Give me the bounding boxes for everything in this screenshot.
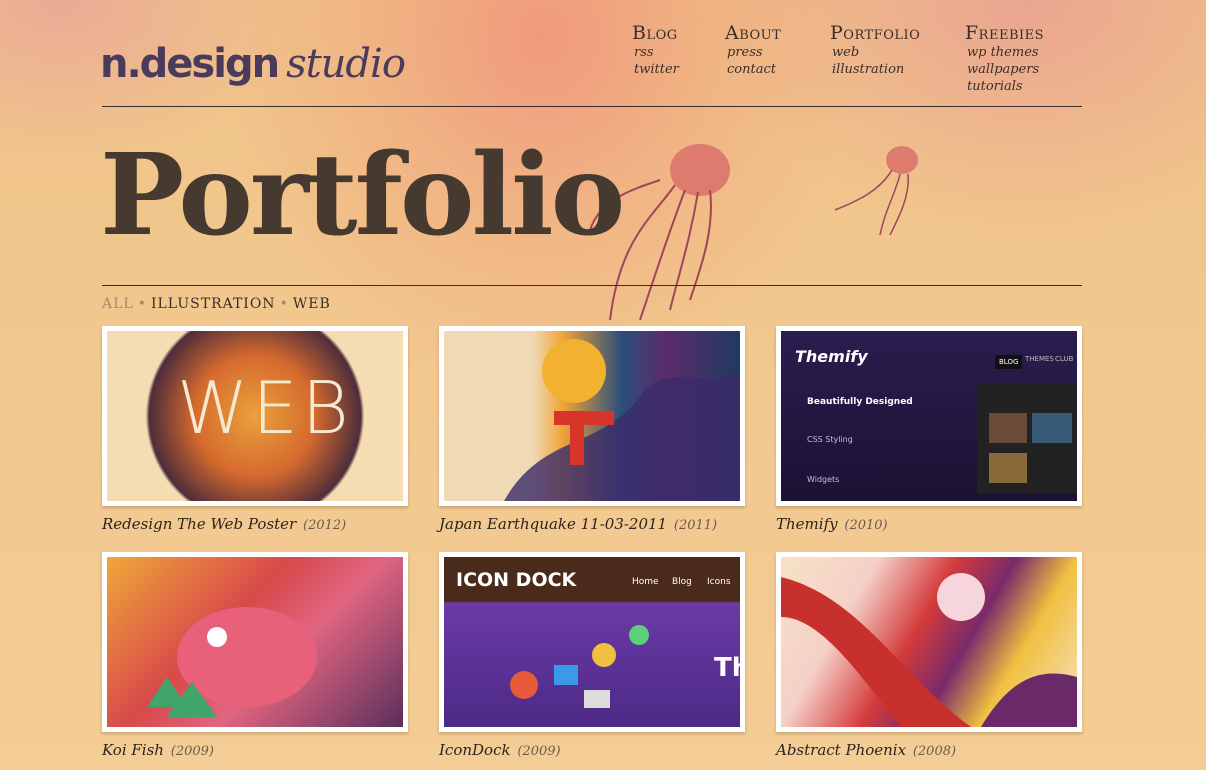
nav-portfolio-illustration[interactable]: illustration — [832, 61, 920, 78]
portfolio-title[interactable]: Themify — [776, 515, 838, 533]
portfolio-year: (2011) — [673, 518, 718, 533]
nav-blog-twitter[interactable]: twitter — [634, 61, 679, 78]
portfolio-title[interactable]: Koi Fish — [102, 741, 164, 759]
themify-screenshot — [977, 383, 1077, 493]
themify-tab: BLOG — [995, 355, 1023, 369]
portfolio-thumbnail-koi-fish[interactable] — [102, 552, 408, 732]
portfolio-caption: Themify (2010) — [776, 515, 1082, 533]
portfolio-year: (2009) — [170, 744, 214, 759]
site-logo[interactable]: n.design studio — [100, 41, 406, 87]
portfolio-title[interactable]: Abstract Phoenix — [776, 741, 906, 759]
nav-blog-rss[interactable]: rss — [634, 44, 679, 61]
filter-illustration[interactable]: ILLUSTRATION — [151, 296, 276, 312]
koi-fish-art — [147, 607, 317, 717]
nav-freebies-wp-themes[interactable]: wp themes — [967, 44, 1044, 61]
portfolio-item: ICON DOCK Home Blog Icons Th IconDock (2… — [439, 552, 745, 759]
filter-separator: • — [137, 296, 147, 312]
portfolio-item: Themify BLOG THEMES CLUB Beautifully Des… — [776, 326, 1082, 533]
icondock-tab: Icons — [707, 577, 731, 587]
portfolio-caption: Redesign The Web Poster (2012) — [102, 515, 408, 533]
portfolio-item: Japan Earthquake 11-03-2011 (2011) — [439, 326, 745, 533]
portfolio-thumbnail-abstract-phoenix[interactable] — [776, 552, 1082, 732]
portfolio-thumbnail-themify[interactable]: Themify BLOG THEMES CLUB Beautifully Des… — [776, 326, 1082, 506]
portfolio-year: (2012) — [303, 518, 347, 533]
portfolio-year: (2010) — [844, 518, 888, 533]
small-jellyfish-illustration — [834, 146, 918, 236]
icondock-tab: Home — [632, 577, 659, 587]
logo-main: n.design — [100, 41, 280, 87]
header-divider — [102, 106, 1082, 107]
portfolio-title[interactable]: Japan Earthquake 11-03-2011 — [439, 515, 667, 533]
themify-tab: CLUB — [1055, 355, 1074, 363]
portfolio-caption: Koi Fish (2009) — [102, 741, 408, 759]
nav-group-blog: Blog rss twitter — [632, 22, 679, 78]
portfolio-thumbnail-icondock[interactable]: ICON DOCK Home Blog Icons Th — [439, 552, 745, 732]
nav-freebies[interactable]: Freebies — [965, 22, 1044, 44]
portfolio-item: WEB Redesign The Web Poster (2012) — [102, 326, 408, 533]
nav-portfolio-web[interactable]: web — [832, 44, 920, 61]
nav-group-freebies: Freebies wp themes wallpapers tutorials — [965, 22, 1044, 95]
themify-item: CSS Styling — [807, 435, 853, 444]
portfolio-thumbnail-japan-earthquake[interactable] — [439, 326, 745, 506]
nav-blog[interactable]: Blog — [632, 22, 679, 44]
icondock-hero: Th — [714, 653, 740, 683]
nav-group-portfolio: Portfolio web illustration — [830, 22, 920, 78]
main-nav: Blog rss twitter About press contact Por… — [632, 22, 1082, 102]
title-divider — [102, 285, 1082, 286]
nav-group-about: About press contact — [725, 22, 781, 78]
nav-freebies-tutorials[interactable]: tutorials — [967, 78, 1044, 95]
abstract-phoenix-art — [781, 573, 1077, 727]
nav-about-press[interactable]: press — [727, 44, 781, 61]
portfolio-thumbnail-web-poster[interactable]: WEB — [102, 326, 408, 506]
portfolio-item: Koi Fish (2009) — [102, 552, 408, 759]
portfolio-title[interactable]: IconDock — [439, 741, 511, 759]
nav-portfolio[interactable]: Portfolio — [830, 22, 920, 44]
themify-heading: Beautifully Designed — [807, 397, 913, 407]
themify-logo: Themify — [795, 347, 868, 366]
portfolio-year: (2009) — [517, 744, 561, 759]
filter-separator: • — [279, 296, 289, 312]
portfolio-year: (2008) — [912, 744, 957, 759]
portfolio-caption: Japan Earthquake 11-03-2011 (2011) — [439, 515, 745, 533]
portfolio-caption: IconDock (2009) — [439, 741, 745, 759]
portfolio-caption: Abstract Phoenix (2008) — [776, 741, 1082, 759]
filter-web[interactable]: WEB — [293, 296, 331, 312]
page-title: Portfolio — [100, 130, 625, 261]
portfolio-title[interactable]: Redesign The Web Poster — [102, 515, 296, 533]
icondock-icons-art — [510, 625, 649, 708]
nav-about[interactable]: About — [725, 22, 781, 44]
filter-all[interactable]: ALL — [102, 296, 134, 312]
logo-studio: studio — [286, 41, 406, 87]
nav-about-contact[interactable]: contact — [727, 61, 781, 78]
web-poster-art-text: WEB — [177, 366, 353, 450]
japan-earthquake-art — [504, 339, 740, 501]
nav-freebies-wallpapers[interactable]: wallpapers — [967, 61, 1044, 78]
icondock-tab: Blog — [672, 577, 692, 587]
portfolio-item: Abstract Phoenix (2008) — [776, 552, 1082, 759]
icondock-logo: ICON DOCK — [456, 569, 577, 591]
themify-tab: THEMES — [1025, 355, 1054, 363]
portfolio-filters: ALL • ILLUSTRATION • WEB — [102, 296, 331, 312]
themify-item: Widgets — [807, 475, 840, 484]
